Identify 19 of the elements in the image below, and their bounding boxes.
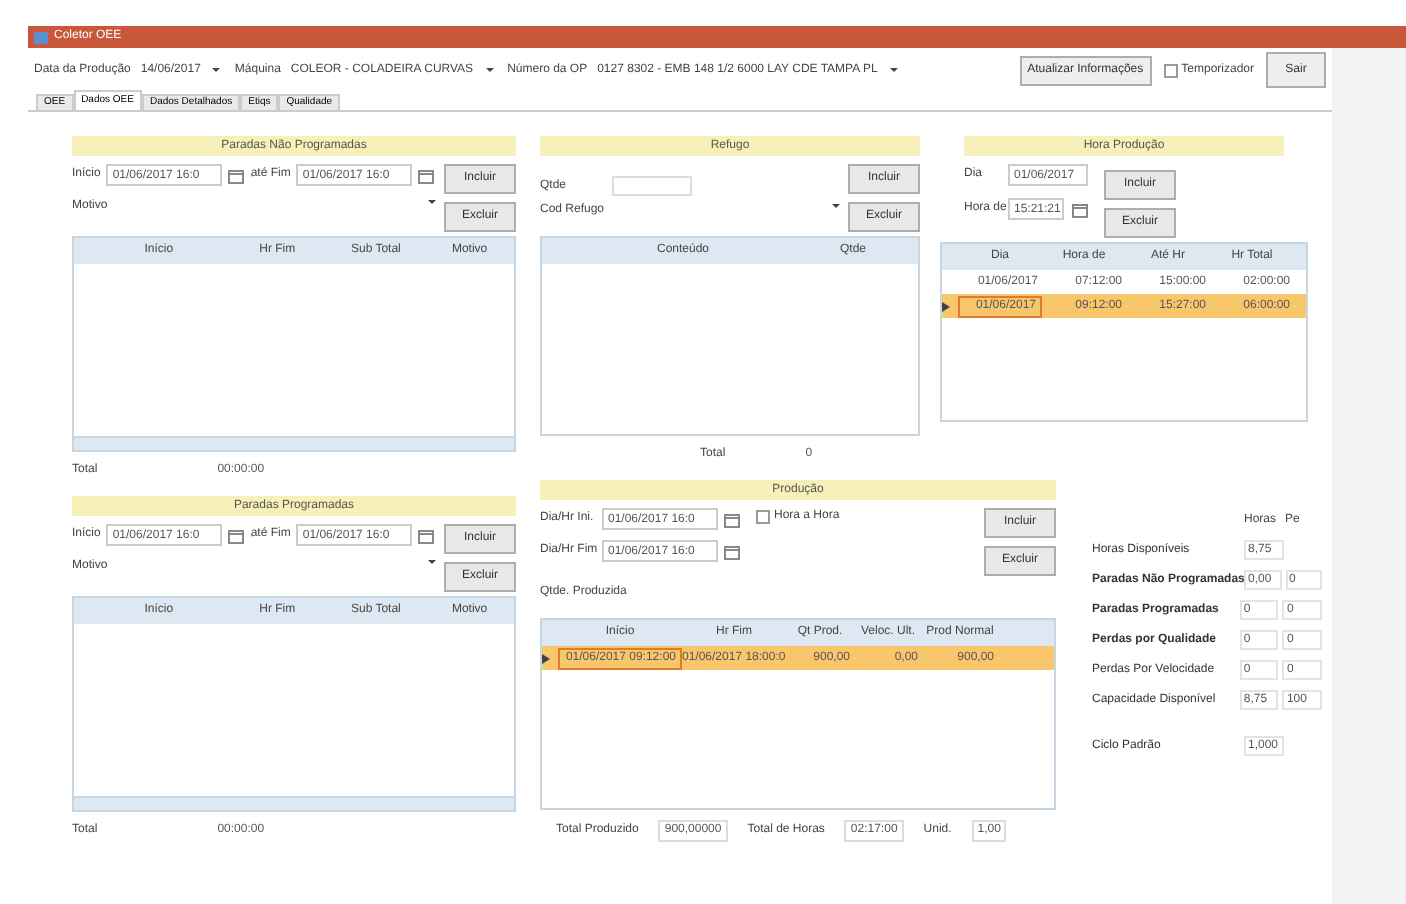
calendar-icon[interactable] bbox=[724, 543, 740, 559]
checkbox[interactable] bbox=[756, 510, 770, 524]
row-pointer-icon bbox=[542, 653, 550, 663]
qty-field[interactable] bbox=[612, 176, 692, 196]
calendar-icon[interactable] bbox=[228, 167, 245, 183]
horizontal-scrollbar[interactable] bbox=[74, 436, 514, 450]
dropdown-caret-icon[interactable] bbox=[830, 200, 842, 212]
calendar-icon[interactable] bbox=[418, 527, 435, 543]
dropdown-caret-icon[interactable] bbox=[887, 64, 900, 76]
checkbox[interactable] bbox=[1163, 63, 1178, 77]
calendar-icon[interactable] bbox=[724, 511, 740, 527]
dropdown-caret-icon[interactable] bbox=[483, 64, 496, 76]
dropdown-caret-icon[interactable] bbox=[210, 64, 223, 76]
app-icon bbox=[34, 31, 48, 43]
calendar-icon[interactable] bbox=[1072, 201, 1088, 217]
calendar-icon[interactable] bbox=[418, 167, 435, 183]
row-pointer-icon bbox=[942, 301, 950, 311]
horizontal-scrollbar[interactable] bbox=[74, 796, 514, 810]
calendar-icon[interactable] bbox=[228, 527, 245, 543]
